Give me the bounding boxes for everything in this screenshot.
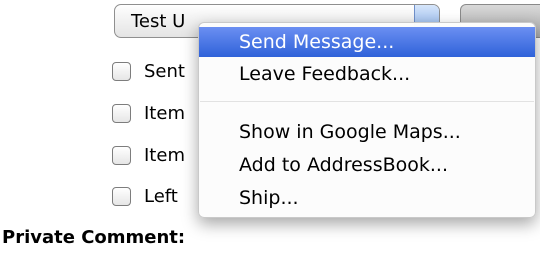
menu-item-leave-feedback[interactable]: Leave Feedback... <box>199 59 535 89</box>
checkbox-label: Sent <box>144 61 185 82</box>
checkbox-label: Item <box>144 145 185 166</box>
context-menu: Send Message... Leave Feedback... Show i… <box>198 22 536 218</box>
private-comment-label: Private Comment: <box>2 227 186 248</box>
checkbox[interactable] <box>112 62 131 81</box>
checkbox-label: Item <box>144 103 185 124</box>
menu-separator <box>200 101 534 102</box>
checkbox[interactable] <box>112 187 131 206</box>
menu-item-show-in-google-maps[interactable]: Show in Google Maps... <box>199 117 535 147</box>
menu-item-ship[interactable]: Ship... <box>199 183 535 213</box>
menu-item-send-message[interactable]: Send Message... <box>199 27 535 57</box>
checkbox-label: Left <box>144 186 178 207</box>
menu-item-add-to-addressbook[interactable]: Add to AddressBook... <box>199 150 535 180</box>
checkbox[interactable] <box>112 104 131 123</box>
user-popup-value: Test U <box>131 11 186 32</box>
checkbox[interactable] <box>112 146 131 165</box>
